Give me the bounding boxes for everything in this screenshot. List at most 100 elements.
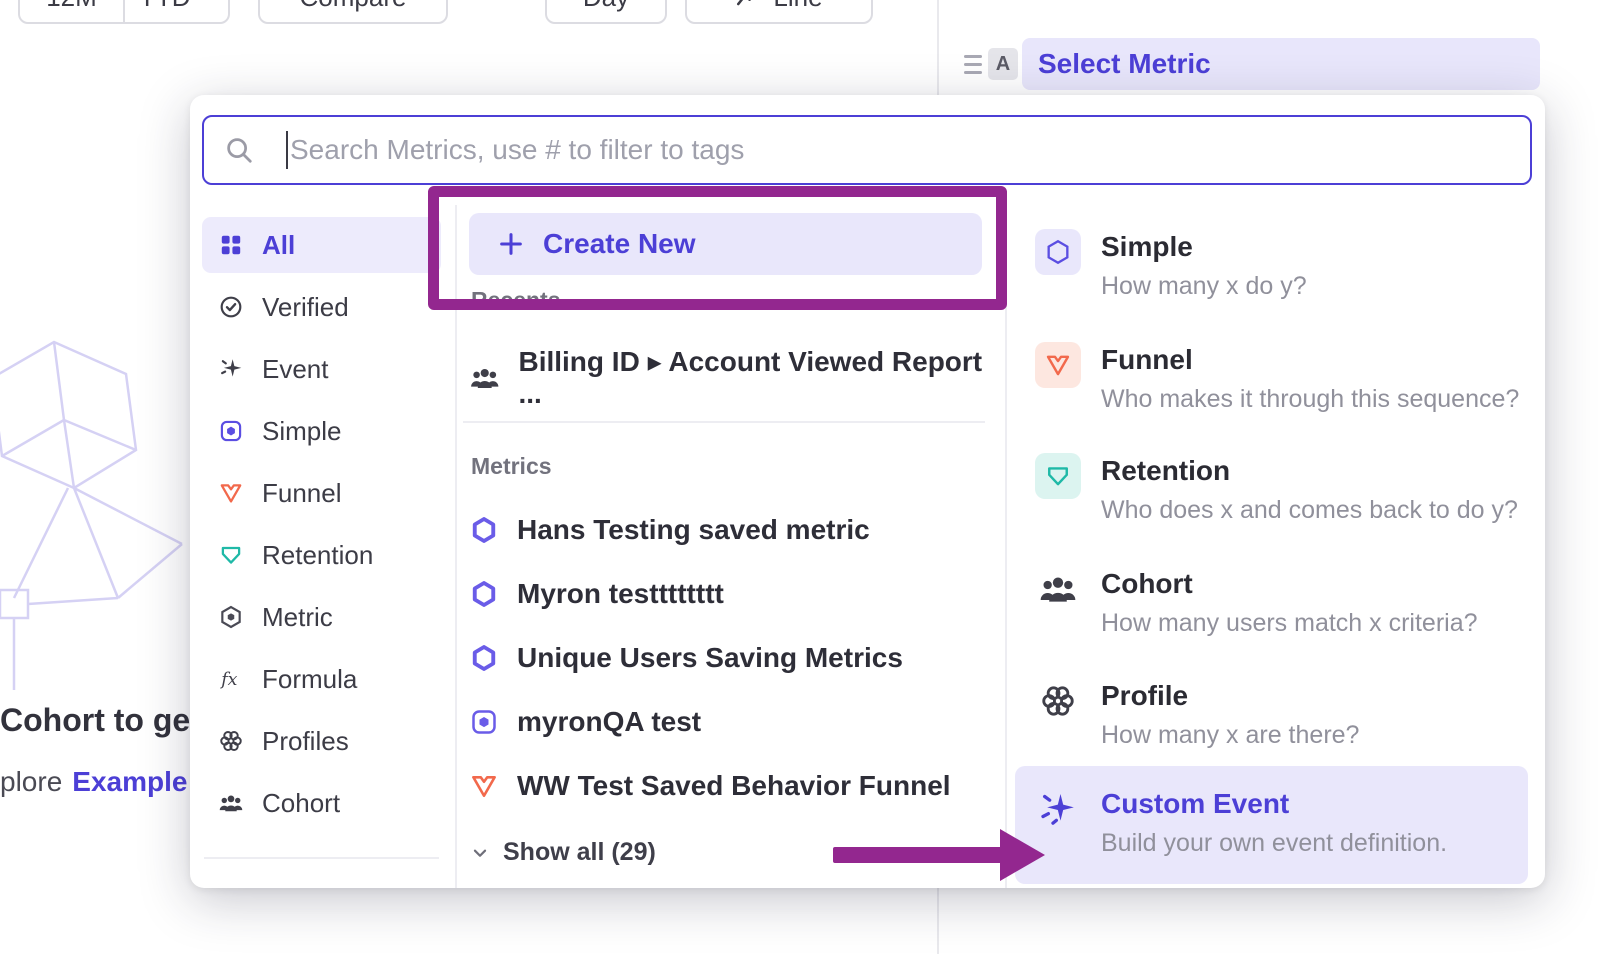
metric-search-box[interactable] — [202, 115, 1532, 185]
category-cohort[interactable]: Cohort — [202, 775, 441, 831]
funnel-icon — [218, 480, 244, 506]
metric-item-label: Hans Testing saved metric — [517, 514, 870, 546]
metric-list-item[interactable]: Myron testttttttt — [469, 572, 724, 616]
range-ytd-button[interactable]: YTD — [123, 0, 228, 22]
type-custom-event[interactable]: Custom Event Build your own event defini… — [1015, 766, 1528, 884]
verified-badge-icon — [218, 294, 244, 320]
type-desc: Who does x and comes back to do y? — [1101, 496, 1518, 525]
hexagon-badge-icon — [469, 643, 499, 673]
line-chart-type-button[interactable]: Line — [685, 0, 873, 24]
metric-list-item[interactable]: Unique Users Saving Metrics — [469, 636, 903, 680]
category-sidebar: All Verified Event Simple Funnel Retenti… — [190, 209, 453, 888]
category-label: Profiles — [262, 726, 349, 757]
type-simple[interactable]: Simple How many x do y? — [1035, 231, 1307, 301]
range-ytd-label: YTD — [139, 0, 191, 13]
type-title: Retention — [1101, 455, 1518, 487]
show-all-label: Show all (29) — [503, 838, 656, 867]
category-hidden[interactable] — [190, 873, 453, 888]
background-headline: Cohort to ge — [0, 702, 190, 739]
category-label: Event — [262, 354, 329, 385]
spark-icon — [218, 356, 244, 382]
compare-button[interactable]: Compare — [258, 0, 448, 24]
category-label: Cohort — [262, 788, 340, 819]
metric-types-panel: Simple How many x do y? Funnel Who makes… — [1015, 205, 1545, 888]
type-desc: Build your own event definition. — [1101, 829, 1447, 858]
example-link[interactable]: Example — [72, 766, 187, 797]
people-icon — [1035, 566, 1081, 612]
category-all[interactable]: All — [202, 217, 441, 273]
category-label: Formula — [262, 664, 357, 695]
category-label: Retention — [262, 540, 373, 571]
annotation-arrow-head — [1000, 829, 1045, 881]
type-retention[interactable]: Retention Who does x and comes back to d… — [1035, 455, 1518, 525]
metric-list-item[interactable]: Hans Testing saved metric — [469, 508, 870, 552]
type-profile[interactable]: Profile How many x are there? — [1035, 680, 1359, 750]
sidebar-divider — [204, 857, 439, 859]
people-icon — [218, 790, 244, 816]
type-cohort[interactable]: Cohort How many users match x criteria? — [1035, 568, 1478, 638]
retention-icon — [1035, 453, 1081, 499]
hexagon-badge-icon — [469, 515, 499, 545]
simple-metric-icon — [469, 707, 499, 737]
recent-item[interactable]: Billing ID ▸ Account Viewed Report ... — [469, 345, 1005, 410]
category-event[interactable]: Event — [202, 341, 441, 397]
drag-handle-icon[interactable] — [964, 55, 982, 74]
show-all-button[interactable]: Show all (29) — [469, 838, 656, 867]
chevron-down-icon — [469, 842, 491, 864]
metric-item-label: WW Test Saved Behavior Funnel — [517, 770, 951, 802]
range-12m-button[interactable]: 12M — [20, 0, 123, 22]
background-illustration — [0, 330, 202, 730]
metric-item-label: Unique Users Saving Metrics — [517, 642, 903, 674]
type-desc: Who makes it through this sequence? — [1101, 385, 1519, 414]
metric-item-label: myronQA test — [517, 706, 701, 738]
background-explore-text: plore Example — [0, 766, 187, 798]
line-label: Line — [773, 0, 822, 13]
category-metric[interactable]: Metric — [202, 589, 441, 645]
line-chart-icon — [735, 0, 761, 10]
compare-label: Compare — [300, 0, 407, 13]
day-button[interactable]: Day — [545, 0, 667, 24]
app-window: 12M YTD Compare Day Line A Select Metric — [0, 0, 1616, 954]
range-12m-label: 12M — [46, 0, 97, 13]
metric-list-item[interactable]: myronQA test — [469, 700, 701, 744]
category-label: Verified — [262, 292, 349, 323]
type-funnel[interactable]: Funnel Who makes it through this sequenc… — [1035, 344, 1519, 414]
formula-icon — [218, 666, 244, 692]
search-icon — [224, 135, 254, 165]
chevron-down-icon — [199, 0, 215, 5]
type-desc: How many x are there? — [1101, 721, 1359, 750]
type-desc: How many x do y? — [1101, 272, 1307, 301]
magic-spark-icon — [1035, 786, 1081, 832]
category-label: All — [262, 230, 295, 261]
flower-icon — [218, 728, 244, 754]
category-funnel[interactable]: Funnel — [202, 465, 441, 521]
category-label: Metric — [262, 602, 333, 633]
day-label: Day — [583, 0, 629, 13]
section-divider — [463, 421, 985, 423]
metric-list-item[interactable]: WW Test Saved Behavior Funnel — [469, 764, 951, 808]
funnel-icon — [469, 771, 499, 801]
simple-metric-icon — [1035, 229, 1081, 275]
hexagon-badge-icon — [469, 579, 499, 609]
type-title: Simple — [1101, 231, 1307, 263]
category-label: Simple — [262, 416, 341, 447]
category-verified[interactable]: Verified — [202, 279, 441, 335]
annotation-arrow — [833, 847, 1003, 863]
series-a-badge: A — [988, 48, 1018, 80]
category-formula[interactable]: Formula — [202, 651, 441, 707]
type-desc: How many users match x criteria? — [1101, 609, 1478, 638]
category-retention[interactable]: Retention — [202, 527, 441, 583]
type-title: Profile — [1101, 680, 1359, 712]
category-simple[interactable]: Simple — [202, 403, 441, 459]
people-icon — [469, 362, 500, 394]
select-metric-field[interactable]: Select Metric — [1022, 38, 1540, 90]
annotation-rectangle — [428, 186, 1007, 310]
explore-prefix: plore — [0, 766, 62, 797]
date-range-toggle: 12M YTD — [18, 0, 230, 24]
funnel-icon — [1035, 342, 1081, 388]
retention-icon — [218, 542, 244, 568]
flower-icon — [1035, 678, 1081, 724]
search-input[interactable] — [288, 134, 1510, 166]
metric-item-label: Myron testttttttt — [517, 578, 724, 610]
category-profiles[interactable]: Profiles — [202, 713, 441, 769]
